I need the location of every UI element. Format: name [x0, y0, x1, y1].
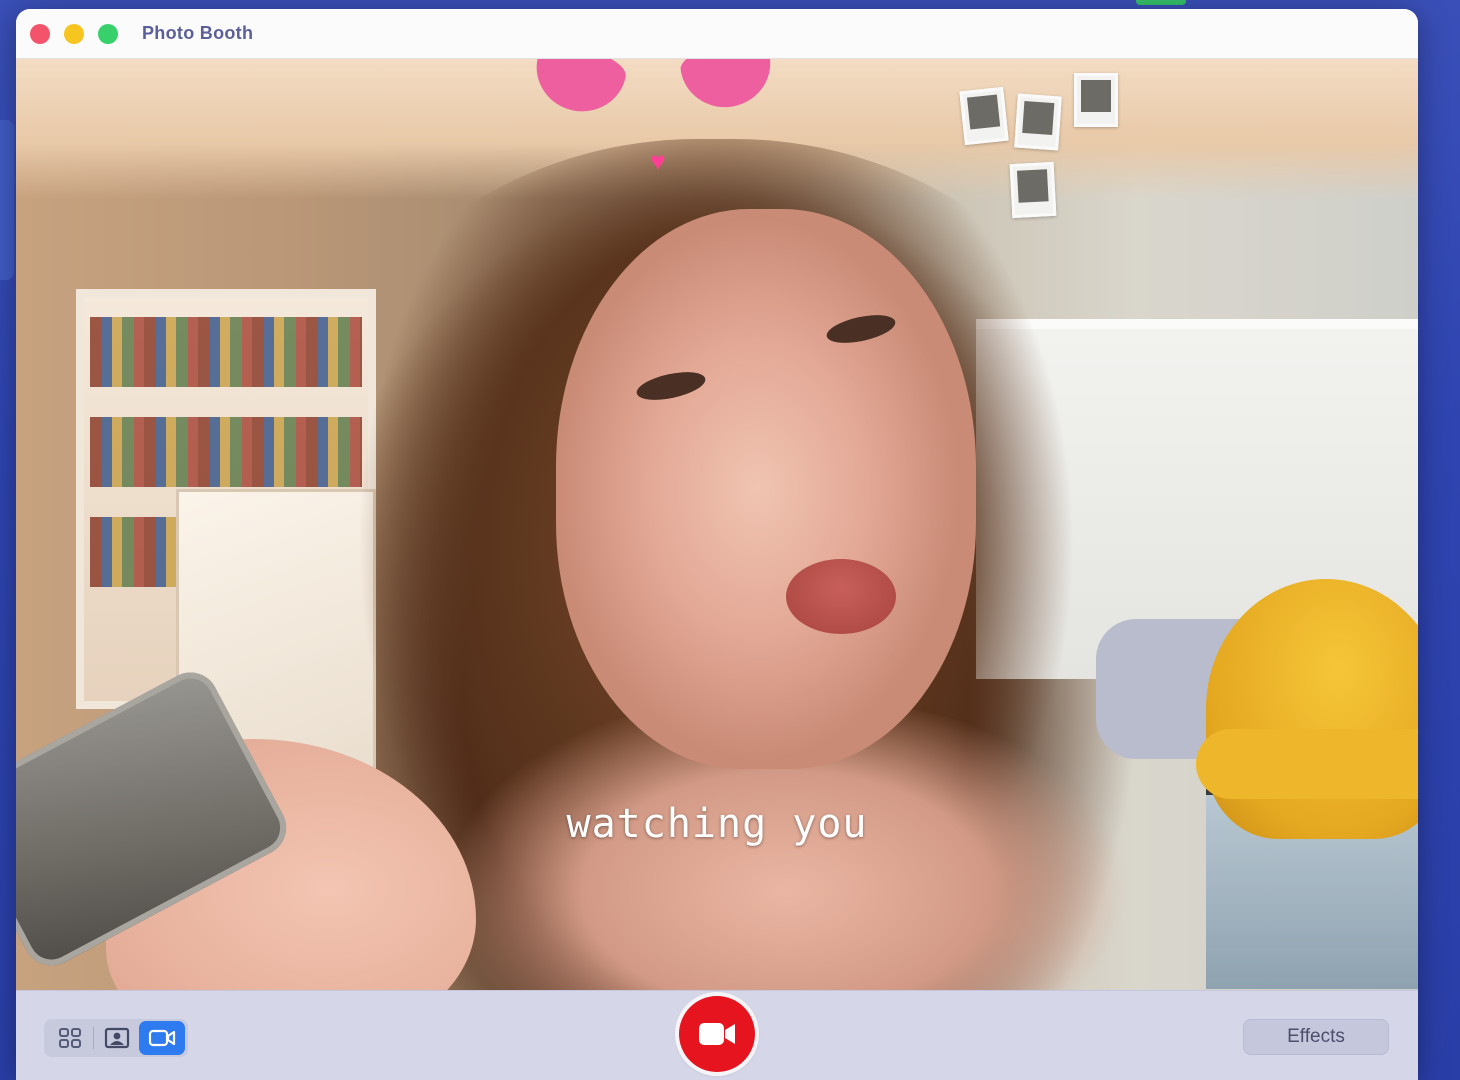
- minimize-button[interactable]: [64, 23, 84, 44]
- camera-preview: ♥ watching you: [16, 59, 1418, 990]
- video-mode-button[interactable]: [139, 1021, 186, 1055]
- video-camera-icon: [149, 1029, 176, 1047]
- four-up-mode-button[interactable]: [47, 1021, 93, 1055]
- record-button[interactable]: [679, 996, 755, 1072]
- bottom-toolbar: Effects: [16, 990, 1418, 1080]
- portrait-icon: [104, 1027, 129, 1049]
- scene-plush-arm: [1196, 729, 1418, 799]
- desktop-edge: [0, 120, 14, 280]
- single-photo-mode-button[interactable]: [94, 1021, 140, 1055]
- capture-mode-selector: [44, 1019, 188, 1057]
- fullscreen-button[interactable]: [98, 23, 118, 44]
- close-button[interactable]: [30, 23, 50, 44]
- effects-button[interactable]: Effects: [1243, 1019, 1389, 1055]
- video-camera-icon: [699, 1023, 735, 1045]
- grid-icon: [58, 1028, 81, 1048]
- desktop-indicator: [1136, 0, 1186, 5]
- heart-icon: ♥: [650, 146, 666, 176]
- subject-face: [556, 209, 976, 769]
- photo-booth-window: Photo Booth ♥ watching you Effects: [16, 9, 1418, 1080]
- title-bar[interactable]: Photo Booth: [16, 9, 1418, 59]
- video-caption: watching you: [566, 801, 868, 847]
- window-controls: [30, 23, 118, 44]
- window-title: Photo Booth: [142, 23, 254, 43]
- subject-lips: [786, 559, 896, 634]
